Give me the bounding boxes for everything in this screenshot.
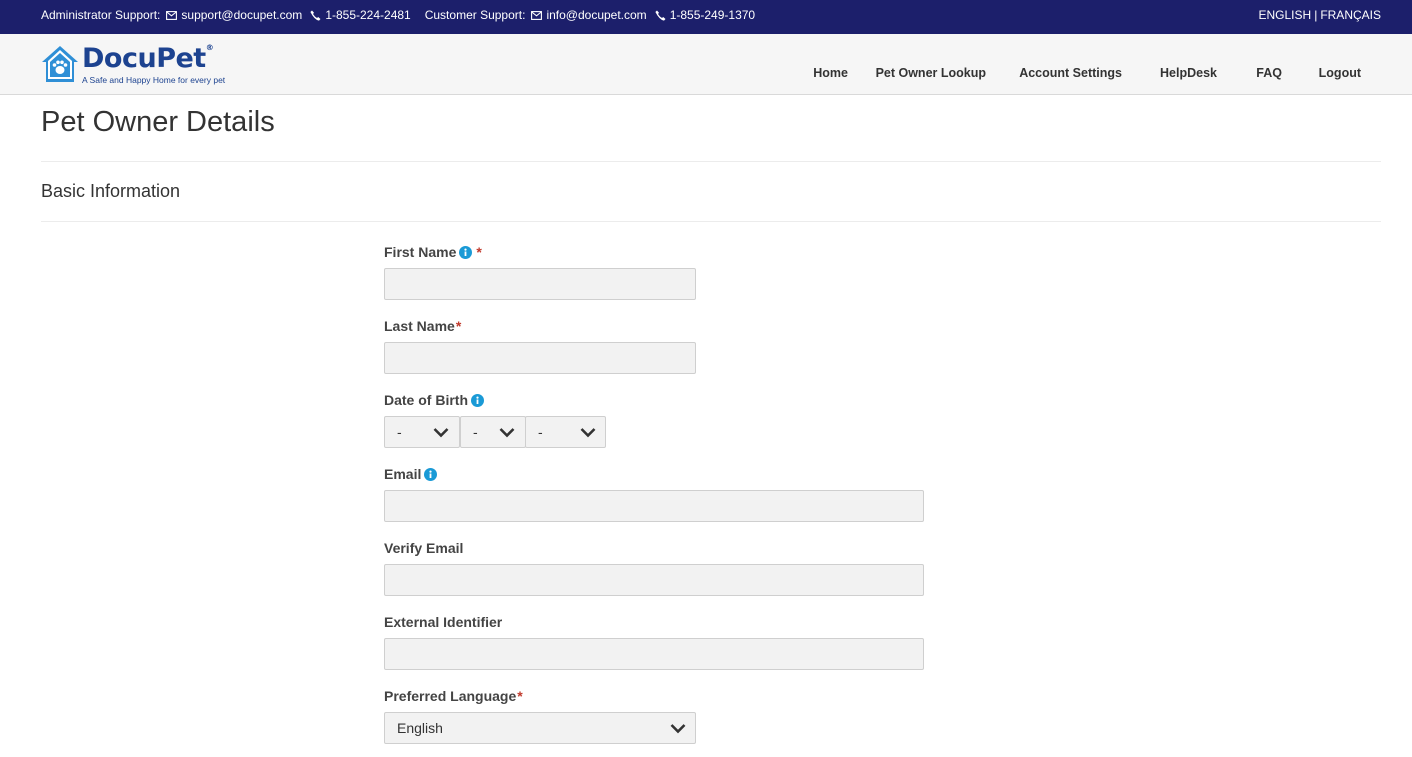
dob-day-select[interactable]: - (384, 416, 460, 448)
chevron-down-icon (499, 428, 515, 438)
logo-wordmark: DocuPet® (82, 43, 214, 74)
preferred-language-value: English (397, 720, 443, 736)
required-mark: * (455, 318, 462, 334)
nav-faq[interactable]: FAQ (1256, 66, 1282, 80)
divider (41, 221, 1381, 222)
external-identifier-label: External Identifier (384, 614, 503, 630)
admin-phone[interactable]: 1-855-224-2481 (325, 8, 410, 22)
dob-year-select[interactable]: - (525, 416, 606, 448)
admin-email-link[interactable]: support@docupet.com (166, 8, 302, 22)
dob-year-value: - (538, 424, 543, 440)
admin-email[interactable]: support@docupet.com (181, 8, 302, 22)
divider (41, 161, 1381, 162)
nav-logout[interactable]: Logout (1319, 66, 1361, 80)
docupet-logo[interactable]: DocuPet® A Safe and Happy Home for every… (40, 43, 240, 87)
verify-email-input[interactable] (384, 564, 924, 596)
dob-label-text: Date of Birth (384, 392, 468, 408)
support-contacts: Administrator Support: support@docupet.c… (41, 0, 763, 30)
dob-month-value: - (473, 424, 478, 440)
house-paw-icon (42, 46, 78, 82)
nav-pet-owner-lookup[interactable]: Pet Owner Lookup (876, 66, 986, 80)
customer-email[interactable]: info@docupet.com (546, 8, 646, 22)
customer-phone-link[interactable]: 1-855-249-1370 (655, 8, 755, 22)
info-icon[interactable] (471, 393, 484, 407)
dob-month-select[interactable]: - (460, 416, 526, 448)
verify-email-label: Verify Email (384, 540, 464, 556)
first-name-input[interactable] (384, 268, 696, 300)
preferred-language-label: Preferred Language * (384, 688, 523, 704)
first-name-label-text: First Name (384, 244, 457, 260)
last-name-label-text: Last Name (384, 318, 455, 334)
last-name-label: Last Name * (384, 318, 461, 334)
admin-phone-link[interactable]: 1-855-224-2481 (310, 8, 411, 22)
info-icon[interactable] (424, 467, 438, 481)
customer-phone[interactable]: 1-855-249-1370 (670, 8, 755, 22)
first-name-label: First Name * (384, 244, 482, 260)
info-icon[interactable] (459, 245, 473, 259)
site-header: DocuPet® A Safe and Happy Home for every… (0, 34, 1412, 95)
lang-french-link[interactable]: FRANÇAIS (1320, 8, 1381, 22)
email-label-text: Email (384, 466, 422, 482)
chevron-down-icon (433, 428, 449, 438)
last-name-input[interactable] (384, 342, 696, 374)
email-input[interactable] (384, 490, 924, 522)
customer-support-label: Customer Support: (424, 8, 526, 22)
nav-home[interactable]: Home (813, 66, 848, 80)
phone-icon (310, 10, 321, 21)
envelope-icon (166, 10, 178, 20)
support-bar: Administrator Support: support@docupet.c… (0, 0, 1412, 34)
customer-email-link[interactable]: info@docupet.com (531, 8, 647, 22)
phone-icon (655, 10, 666, 21)
required-mark: * (517, 688, 523, 704)
envelope-icon (531, 10, 543, 20)
page-title: Pet Owner Details (41, 106, 275, 138)
preferred-language-label-text: Preferred Language (384, 688, 517, 704)
preferred-language-select[interactable]: English (384, 712, 696, 744)
dob-day-value: - (397, 424, 402, 440)
admin-support-label: Administrator Support: (41, 8, 161, 22)
external-identifier-input[interactable] (384, 638, 924, 670)
nav-helpdesk[interactable]: HelpDesk (1160, 66, 1217, 80)
section-title: Basic Information (41, 181, 181, 201)
dob-label: Date of Birth (384, 392, 484, 408)
chevron-down-icon (670, 724, 686, 734)
chevron-down-icon (580, 428, 596, 438)
nav-account-settings[interactable]: Account Settings (1019, 66, 1122, 80)
logo-tagline: A Safe and Happy Home for every pet (82, 75, 226, 85)
lang-english-link[interactable]: ENGLISH (1259, 8, 1312, 22)
email-label: Email (384, 466, 438, 482)
lang-separator: | (1314, 8, 1318, 22)
language-switcher: ENGLISH | FRANÇAIS (1259, 0, 1382, 30)
required-mark: * (476, 244, 482, 260)
